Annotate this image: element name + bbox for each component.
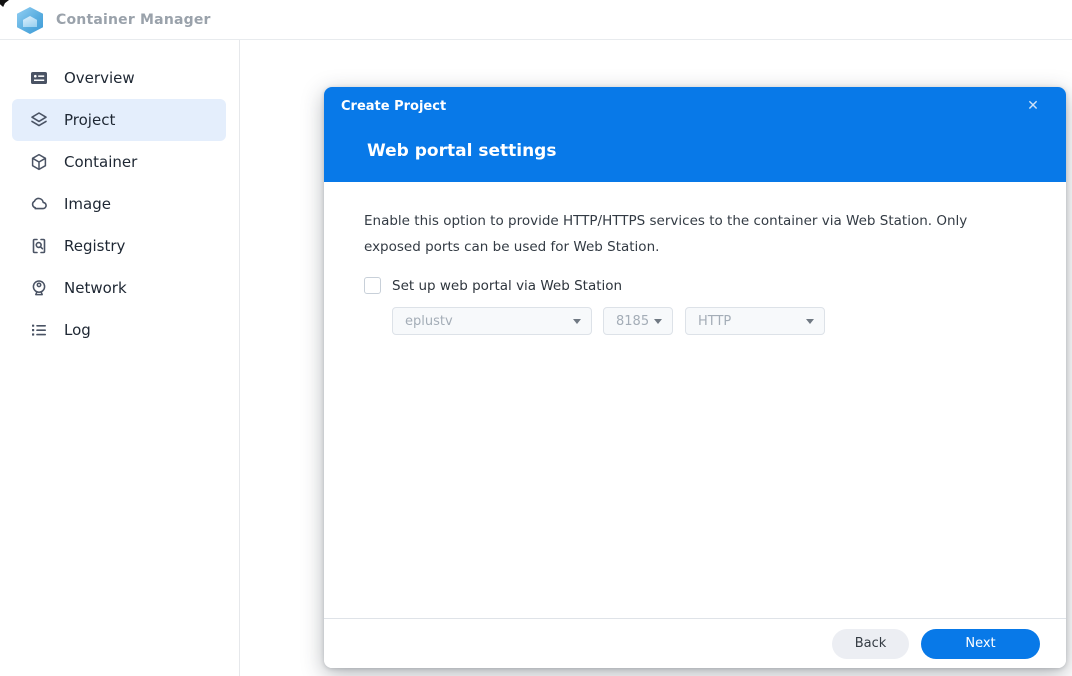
web-portal-selects-row: eplustv 8185 HTTP	[392, 307, 1018, 335]
service-select-value: eplustv	[405, 313, 453, 329]
sidebar-item-label: Network	[64, 279, 127, 297]
topbar: Container Manager	[0, 0, 1072, 40]
sidebar-item-label: Registry	[64, 237, 126, 255]
sidebar-item-overview[interactable]: Overview	[12, 57, 226, 99]
port-select[interactable]: 8185	[603, 307, 673, 335]
sidebar-item-label: Overview	[64, 69, 135, 87]
sidebar-item-registry[interactable]: Registry	[12, 225, 226, 267]
description-text: Enable this option to provide HTTP/HTTPS…	[364, 213, 968, 255]
registry-icon	[32, 238, 46, 254]
sidebar-item-label: Log	[64, 321, 91, 339]
sidebar-item-network[interactable]: Network	[12, 267, 226, 309]
sidebar-item-log[interactable]: Log	[12, 309, 226, 351]
image-icon	[31, 197, 47, 210]
sidebar-item-label: Project	[64, 111, 116, 129]
cursor-artifact	[0, 0, 9, 7]
project-icon	[31, 112, 47, 127]
dialog-header: Create Project Web portal settings ✕	[324, 87, 1066, 182]
back-button[interactable]: Back	[832, 628, 909, 659]
dialog-footer: Back Next	[324, 618, 1066, 668]
next-button[interactable]: Next	[921, 628, 1040, 659]
overview-icon	[31, 72, 47, 84]
sidebar-item-project[interactable]: Project	[12, 99, 226, 141]
close-icon[interactable]: ✕	[1024, 97, 1042, 115]
chevron-down-icon	[573, 318, 581, 324]
container-icon	[31, 153, 47, 171]
log-icon	[32, 324, 46, 336]
sidebar-item-image[interactable]: Image	[12, 183, 226, 225]
app-title: Container Manager	[56, 12, 211, 28]
dialog-body: Enable this option to provide HTTP/HTTPS…	[324, 182, 1066, 618]
protocol-select[interactable]: HTTP	[685, 307, 825, 335]
sidebar-item-label: Image	[64, 195, 111, 213]
create-project-dialog: Create Project Web portal settings ✕ Ena…	[324, 87, 1066, 668]
sidebar-item-label: Container	[64, 153, 138, 171]
logo-inner-shape	[23, 16, 37, 27]
chevron-down-icon	[806, 318, 814, 324]
sidebar: Overview Project Container Image Registr…	[0, 40, 240, 676]
web-portal-checkbox[interactable]	[364, 277, 381, 294]
container-manager-logo-icon	[17, 7, 43, 34]
dialog-title: Create Project	[341, 99, 447, 114]
dialog-step-title: Web portal settings	[367, 141, 557, 161]
protocol-select-value: HTTP	[698, 313, 732, 329]
port-select-value: 8185	[616, 313, 650, 329]
chevron-down-icon	[654, 318, 662, 324]
web-portal-checkbox-row: Set up web portal via Web Station	[364, 277, 1018, 294]
service-select[interactable]: eplustv	[392, 307, 592, 335]
web-portal-checkbox-label: Set up web portal via Web Station	[392, 277, 623, 294]
network-icon	[32, 280, 46, 296]
sidebar-item-container[interactable]: Container	[12, 141, 226, 183]
